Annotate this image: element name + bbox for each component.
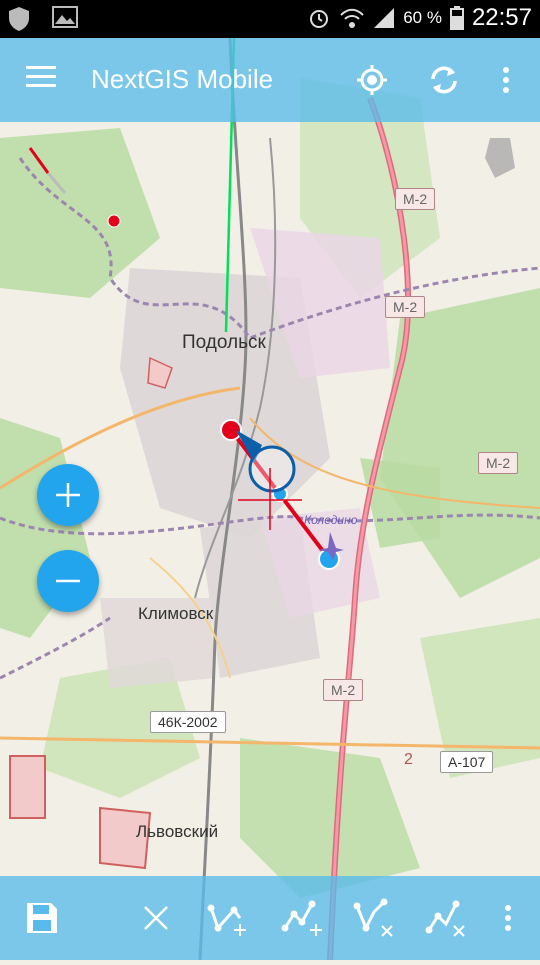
vertex-start[interactable] <box>220 419 242 441</box>
road-number-label: 2 <box>404 751 413 768</box>
app-title: NextGIS Mobile <box>91 64 274 94</box>
zoom-out-button[interactable] <box>37 550 99 612</box>
label-koledino: Коледино <box>304 513 358 527</box>
delete-line-icon <box>425 900 465 937</box>
delete-vertex-icon <box>353 898 393 937</box>
label-lvovsky: Львовский <box>136 822 219 841</box>
wifi-icon <box>340 8 364 28</box>
alarm-icon <box>310 10 329 28</box>
minus-icon <box>56 579 80 583</box>
road-shield-a107: А-107 <box>440 751 494 773</box>
status-bar: 60 % 22:57 <box>0 0 540 38</box>
battery-icon <box>449 6 464 30</box>
road-shield-m2: М-2 <box>385 296 426 318</box>
more-vert-icon <box>503 67 509 93</box>
sync-icon <box>431 66 457 94</box>
save-icon <box>27 903 57 933</box>
signal-icon <box>374 8 395 28</box>
add-vertex-gps-icon <box>281 900 322 936</box>
toolbar-overflow-button[interactable] <box>490 894 526 942</box>
more-vert-icon <box>505 905 511 931</box>
menu-icon[interactable] <box>26 66 56 88</box>
label-podolsk: Подольск <box>182 332 266 353</box>
clock: 22:57 <box>471 4 532 31</box>
close-icon <box>144 906 168 930</box>
add-vertex-icon <box>207 904 246 936</box>
edit-toolbar <box>0 876 540 960</box>
save-button[interactable] <box>18 894 66 942</box>
app-bar: NextGIS Mobile <box>0 38 540 122</box>
delete-line-button[interactable] <box>422 894 470 942</box>
image-icon <box>52 6 78 28</box>
road-shield-m2: М-2 <box>478 452 519 474</box>
my-location-icon <box>357 65 387 95</box>
road-shield-m2: М-2 <box>323 679 364 701</box>
plus-icon <box>56 483 80 507</box>
delete-vertex-button[interactable] <box>350 894 398 942</box>
locate-button[interactable] <box>352 60 392 100</box>
battery-percent: 60 % <box>403 8 442 27</box>
add-vertex-button[interactable] <box>204 894 252 942</box>
road-shield-46k: 46К-2002 <box>150 711 226 733</box>
sync-button[interactable] <box>424 60 464 100</box>
overflow-menu-button[interactable] <box>488 60 524 100</box>
label-klimovsk: Климовск <box>138 604 214 623</box>
point-marker[interactable] <box>107 214 121 228</box>
add-vertex-gps-button[interactable] <box>278 894 326 942</box>
road-shield-m2: М-2 <box>395 188 436 210</box>
zoom-in-button[interactable] <box>37 464 99 526</box>
cancel-button[interactable] <box>132 894 180 942</box>
shield-icon <box>9 7 29 31</box>
